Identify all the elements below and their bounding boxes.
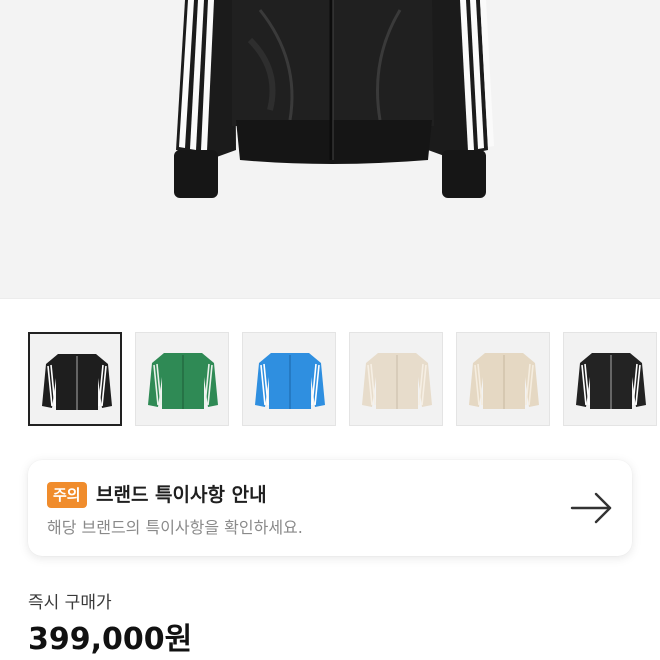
price-label: 즉시 구매가 <box>28 593 112 613</box>
jacket-illustration <box>174 0 494 198</box>
thumb-beige-jacket[interactable] <box>349 332 443 426</box>
notice-title: 브랜드 특이사항 안내 <box>96 484 267 506</box>
jacket-thumb-icon <box>469 353 539 409</box>
jacket-thumb-icon <box>255 353 325 409</box>
thumb-black-jacket[interactable] <box>28 332 122 426</box>
product-main-image[interactable] <box>0 0 660 298</box>
arrow-right-icon[interactable] <box>570 490 614 526</box>
brand-notice-card[interactable]: 주의 브랜드 특이사항 안내 해당 브랜드의 특이사항을 확인하세요. <box>28 460 632 556</box>
section-divider <box>0 298 660 299</box>
thumb-green-jacket[interactable] <box>135 332 229 426</box>
notice-subtitle: 해당 브랜드의 특이사항을 확인하세요. <box>47 518 303 537</box>
jacket-thumb-icon <box>576 353 646 409</box>
thumb-cream-jacket[interactable] <box>456 332 550 426</box>
caution-badge: 주의 <box>47 482 87 508</box>
price-value: 399,000원 <box>28 622 193 657</box>
jacket-thumb-icon <box>362 353 432 409</box>
thumb-black-jacket-2[interactable] <box>563 332 657 426</box>
thumbnail-list <box>0 332 660 426</box>
jacket-thumb-icon <box>148 353 218 409</box>
thumb-blue-jacket[interactable] <box>242 332 336 426</box>
jacket-thumb-icon <box>42 354 112 410</box>
